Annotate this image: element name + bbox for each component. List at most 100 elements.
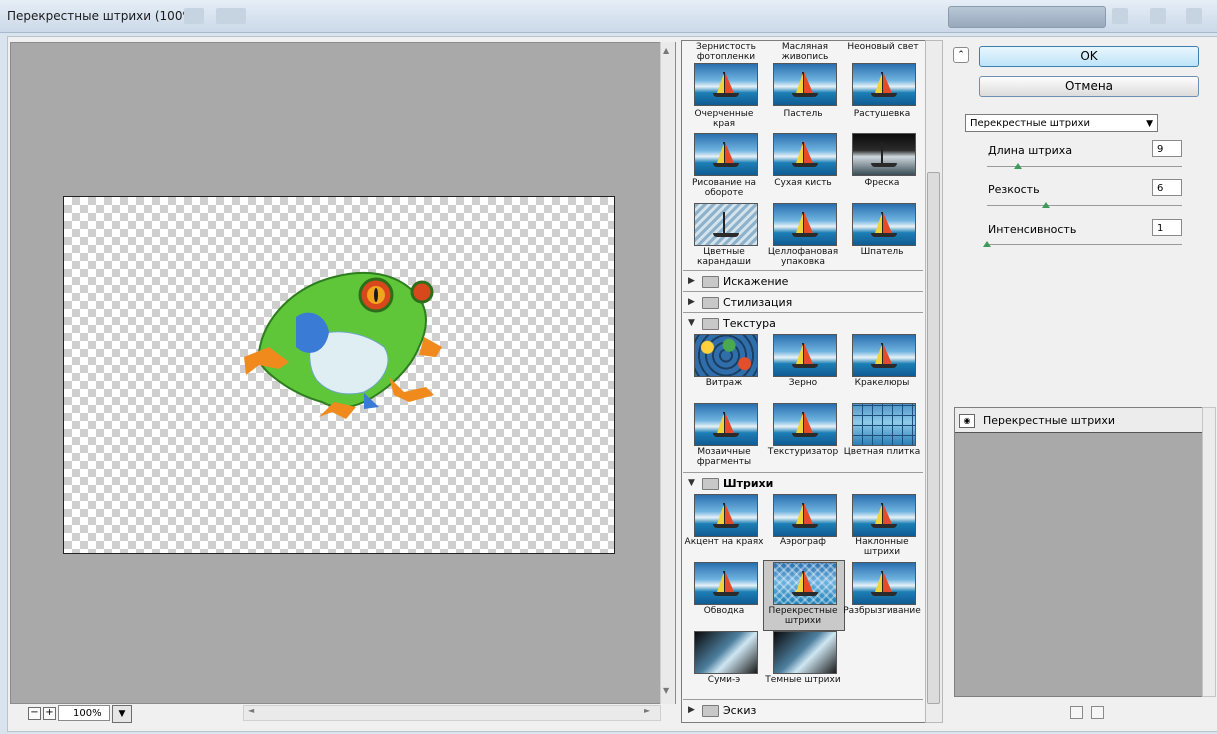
- filter-label: Цветные карандаши: [697, 247, 751, 267]
- expand-arrow-icon: ▶: [688, 276, 695, 286]
- filter-thumb-stained-glass[interactable]: [694, 334, 758, 377]
- sharpness-field[interactable]: 6: [1152, 179, 1182, 196]
- filter-label: Неоновый свет: [847, 42, 919, 52]
- stroke-length-field[interactable]: 9: [1152, 140, 1182, 157]
- expand-arrow-icon: ▶: [688, 297, 695, 307]
- layers-scrollbar[interactable]: [1202, 407, 1216, 697]
- filter-thumb-pastel[interactable]: [773, 63, 837, 106]
- preview-vertical-scrollbar[interactable]: ▲ ▼: [660, 42, 675, 704]
- filter-label: Зернистость фотопленки: [696, 42, 756, 62]
- filter-label: Цветная плитка: [843, 447, 921, 457]
- chevron-down-icon: ▼: [1146, 119, 1153, 129]
- effect-layers-panel: [954, 407, 1203, 697]
- filter-thumb-spatter[interactable]: [852, 562, 916, 605]
- filter-select[interactable]: Перекрестные штрихи ▼: [965, 114, 1158, 132]
- filter-thumb-spatter-airbrush[interactable]: [773, 494, 837, 537]
- view-menu-icon[interactable]: [216, 8, 246, 24]
- filter-label: Темные штрихи: [765, 675, 841, 685]
- open-folder-icon: [702, 318, 719, 330]
- filter-label: Зерно: [788, 378, 818, 388]
- stroke-length-label: Длина штриха: [988, 144, 1073, 157]
- category-stylize[interactable]: ▶ Стилизация: [683, 291, 923, 312]
- category-texture[interactable]: ▼ Текстура: [683, 312, 923, 333]
- zoom-level-field[interactable]: 100%: [58, 705, 110, 721]
- filter-label: Разбрызгивание: [843, 606, 921, 616]
- filter-thumb-texturizer[interactable]: [773, 403, 837, 446]
- filter-label: Мозаичные фрагменты: [696, 447, 752, 467]
- filter-label: Акцент на краях: [684, 537, 764, 547]
- maximize-icon[interactable]: [1150, 8, 1166, 24]
- filter-label: Кракелюры: [854, 378, 910, 388]
- filter-thumb-fresco[interactable]: [852, 133, 916, 176]
- filter-label: Фреска: [864, 178, 900, 188]
- open-folder-icon: [702, 478, 719, 490]
- ok-button[interactable]: OK: [979, 46, 1199, 67]
- filter-thumb-grain[interactable]: [773, 334, 837, 377]
- filter-label: Шпатель: [860, 247, 904, 257]
- filter-label: Рисование на обороте: [691, 178, 757, 198]
- sharpness-knob[interactable]: [1041, 202, 1050, 208]
- delete-effect-layer-icon[interactable]: [1091, 706, 1104, 719]
- filter-thumb-mosaic-tiles[interactable]: [694, 403, 758, 446]
- strength-label: Интенсивность: [988, 223, 1077, 236]
- filter-thumb-dark-strokes[interactable]: [773, 631, 837, 674]
- eye-icon[interactable]: ◉: [959, 414, 975, 428]
- filter-thumb-palette-knife[interactable]: [852, 203, 916, 246]
- filter-select-value: Перекрестные штрихи: [970, 118, 1091, 129]
- filter-thumb-craquelure[interactable]: [852, 334, 916, 377]
- collapse-gallery-icon[interactable]: ⌃: [953, 47, 969, 63]
- category-sketch[interactable]: ▶ Эскиз: [683, 699, 923, 720]
- collapse-arrow-icon: ▼: [688, 318, 695, 328]
- filter-label: Перекрестные штрихи: [768, 606, 838, 626]
- filter-label: Целлофановая упаковка: [767, 247, 839, 267]
- strength-field[interactable]: 1: [1152, 219, 1182, 236]
- filter-thumb-smudge[interactable]: [852, 63, 916, 106]
- strength-slider[interactable]: [987, 244, 1182, 245]
- filter-thumb-outlined-edges[interactable]: [694, 63, 758, 106]
- filter-thumb-accented-edges[interactable]: [694, 494, 758, 537]
- close-icon[interactable]: [1186, 8, 1202, 24]
- filter-label: Наклонные штрихи: [855, 537, 909, 557]
- filter-label: Очерченные края: [694, 109, 754, 129]
- sharpness-slider[interactable]: [987, 205, 1182, 206]
- zoom-in-button[interactable]: +: [43, 707, 56, 720]
- filter-thumb-sumi-e[interactable]: [694, 631, 758, 674]
- filter-label: Суми-э: [707, 675, 741, 685]
- filter-label: Текстуризатор: [767, 447, 839, 457]
- category-distort[interactable]: ▶ Искажение: [683, 270, 923, 291]
- zoom-out-button[interactable]: −: [28, 707, 41, 720]
- expand-arrow-icon: ▶: [688, 705, 695, 715]
- filter-label: Витраж: [705, 378, 743, 388]
- gallery-scroll-thumb[interactable]: [927, 172, 940, 704]
- filter-label: Обводка: [703, 606, 745, 616]
- zoom-dropdown-button[interactable]: ▼: [112, 705, 132, 723]
- filter-label: Аэрограф: [780, 537, 826, 547]
- filter-label: Масляная живопись: [781, 42, 829, 62]
- filter-thumb-dry-brush[interactable]: [773, 133, 837, 176]
- filter-thumb-plastic-wrap[interactable]: [773, 203, 837, 246]
- filter-thumb-angled-strokes[interactable]: [852, 494, 916, 537]
- new-effect-layer-icon[interactable]: [1070, 706, 1083, 719]
- stroke-length-knob[interactable]: [1014, 163, 1023, 169]
- folder-icon: [702, 705, 719, 717]
- filter-label: Пастель: [783, 109, 823, 119]
- frog-image: [244, 271, 442, 419]
- workspace-button[interactable]: [948, 6, 1106, 28]
- zoom-menu-icon[interactable]: [184, 8, 204, 24]
- category-brush-strokes[interactable]: ▼ Штрихи: [683, 472, 923, 493]
- preview-horizontal-scrollbar[interactable]: ◄ ►: [243, 705, 661, 721]
- filter-thumb-underpainting[interactable]: [694, 133, 758, 176]
- filter-label: Растушевка: [853, 109, 911, 119]
- filter-thumb-colored-pencil[interactable]: [694, 203, 758, 246]
- minimize-icon[interactable]: [1112, 8, 1128, 24]
- cancel-button[interactable]: Отмена: [979, 76, 1199, 97]
- filter-thumb-ink-outlines[interactable]: [694, 562, 758, 605]
- preview-canvas: [63, 196, 615, 554]
- filter-thumb-crosshatch[interactable]: [773, 562, 837, 605]
- folder-icon: [702, 297, 719, 309]
- strength-knob[interactable]: [983, 241, 991, 247]
- filter-thumb-patchwork[interactable]: [852, 403, 916, 446]
- collapse-arrow-icon: ▼: [688, 478, 695, 488]
- folder-icon: [702, 276, 719, 288]
- sharpness-label: Резкость: [988, 183, 1040, 196]
